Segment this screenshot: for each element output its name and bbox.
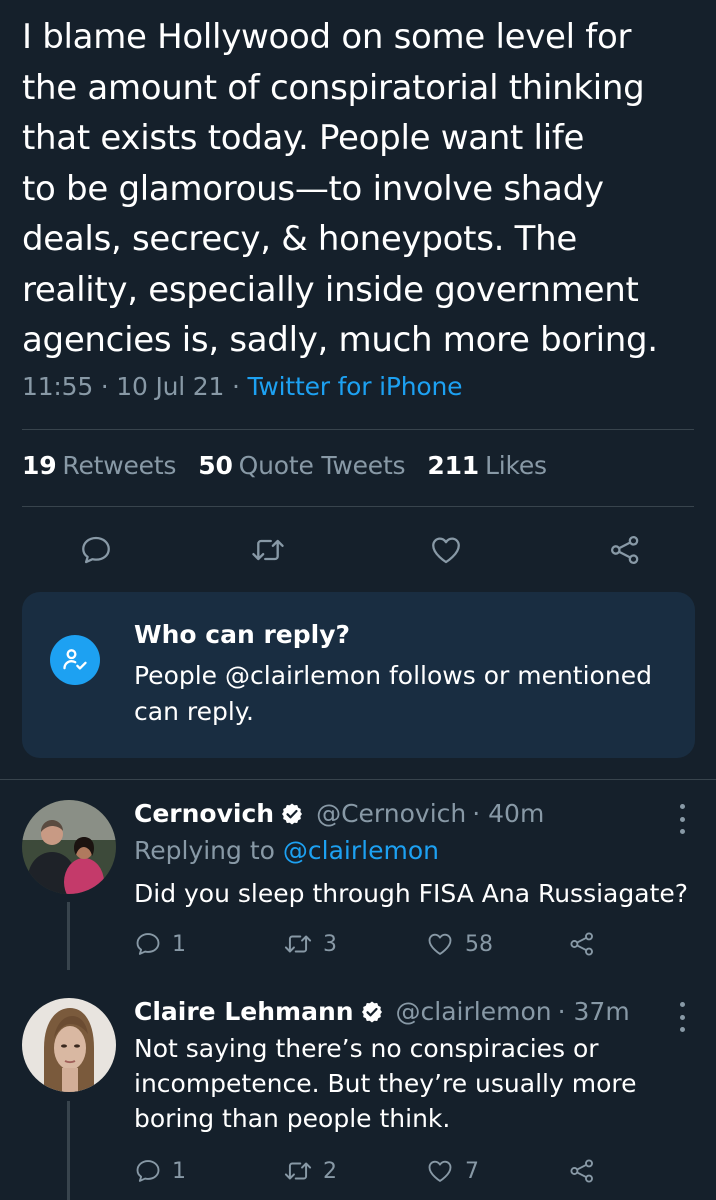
reply-action-bar: 1 2 7 [0, 1151, 716, 1191]
replying-prefix: Replying to [134, 836, 275, 865]
reply-share-button[interactable] [568, 924, 596, 964]
avatar[interactable] [22, 800, 116, 894]
reply-comment-button[interactable]: 1 [134, 1151, 186, 1191]
retweet-icon [284, 1162, 312, 1180]
more-options-icon[interactable] [670, 1002, 694, 1032]
meta-separator: · [100, 372, 109, 401]
reply-tweet[interactable]: Cernovich @Cernovich · 40m Replying to @… [0, 780, 716, 970]
meta-separator: · [231, 372, 240, 401]
likes-label: Likes [484, 451, 547, 480]
like-count: 58 [465, 931, 493, 957]
who-can-reply-card: Who can reply? People @clairlemon follow… [22, 592, 695, 758]
reply-like-button[interactable]: 58 [425, 924, 493, 964]
retweet-count: 3 [323, 931, 337, 957]
who-can-reply-body: People @clairlemon follows or mentioned … [134, 661, 652, 726]
reply-comment-button[interactable]: 1 [134, 924, 186, 964]
replying-to: Replying to @clairlemon [134, 836, 439, 865]
reply-share-button[interactable] [568, 1151, 596, 1191]
person-check-icon [50, 635, 100, 685]
likes-count: 211 [427, 451, 479, 480]
comment-icon [136, 933, 160, 955]
divider [22, 506, 694, 507]
reply-text: Did you sleep through FISA Ana Russiagat… [134, 879, 689, 908]
reply-action-bar: 1 3 58 [0, 924, 716, 964]
reply-retweet-button[interactable]: 3 [283, 924, 337, 964]
reply-header: Claire Lehmann @clairlemon · 37m [134, 997, 630, 1026]
heart-icon [428, 1160, 452, 1182]
heart-icon[interactable] [422, 526, 470, 574]
verified-badge-icon [361, 1001, 382, 1022]
avatar[interactable] [22, 998, 116, 1092]
retweets-count: 19 [22, 451, 57, 480]
reply-header: Cernovich @Cernovich · 40m [134, 799, 544, 828]
tweet-stats: 19 Retweets 50 Quote Tweets 211 Likes [22, 451, 547, 480]
reply-count: 1 [172, 1158, 186, 1184]
quotes-label: Quote Tweets [238, 451, 406, 480]
verified-badge-icon [282, 803, 303, 824]
reply-tweet[interactable]: Claire Lehmann @clairlemon · 37m Not say… [0, 975, 716, 1200]
author-name[interactable]: Cernovich [134, 799, 274, 828]
reply-text: Not saying there’s no conspiracies or in… [134, 1034, 637, 1133]
reply-count: 1 [172, 931, 186, 957]
reply-time: · 37m [557, 997, 630, 1026]
tweet-date: 10 Jul 21 [116, 372, 225, 401]
retweets-label: Retweets [62, 451, 177, 480]
reply-retweet-button[interactable]: 2 [283, 1151, 337, 1191]
comment-icon[interactable] [72, 526, 120, 574]
tweet-meta: 11:55 · 10 Jul 21 · Twitter for iPhone [22, 372, 462, 401]
quotes-count: 50 [198, 451, 233, 480]
author-name[interactable]: Claire Lehmann [134, 997, 354, 1026]
reply-time: · 40m [472, 799, 545, 828]
who-can-reply-title: Who can reply? [134, 620, 350, 649]
heart-icon [428, 933, 452, 955]
tweet-time: 11:55 [22, 372, 94, 401]
share-icon[interactable] [601, 526, 649, 574]
tweet-source-link[interactable]: Twitter for iPhone [247, 372, 462, 401]
tweet-action-bar [0, 526, 716, 574]
like-count: 7 [465, 1158, 479, 1184]
author-handle[interactable]: @clairlemon [396, 997, 552, 1026]
share-icon [570, 1159, 593, 1183]
replying-handle-link[interactable]: @clairlemon [283, 836, 439, 865]
tweet-text: I blame Hollywood on some level for the … [22, 17, 658, 360]
retweets-stat[interactable]: 19 Retweets [22, 451, 176, 480]
reply-like-button[interactable]: 7 [425, 1151, 479, 1191]
comment-icon [136, 1160, 160, 1182]
divider [22, 429, 694, 430]
more-options-icon[interactable] [670, 804, 694, 834]
retweet-icon [284, 935, 312, 953]
likes-stat[interactable]: 211 Likes [427, 451, 547, 480]
retweet-icon[interactable] [244, 526, 292, 574]
author-handle[interactable]: @Cernovich [316, 799, 466, 828]
retweet-count: 2 [323, 1158, 337, 1184]
quote-tweets-stat[interactable]: 50 Quote Tweets [198, 451, 405, 480]
share-icon [570, 932, 593, 956]
